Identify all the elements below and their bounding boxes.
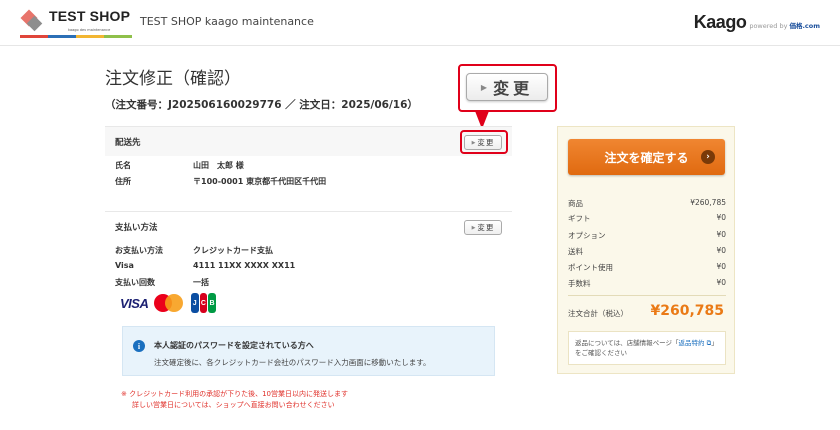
confirm-order-label: 注文を確定する: [604, 150, 689, 165]
shipping-name-label: 氏名: [115, 161, 131, 170]
summary-label: 商品: [568, 199, 583, 208]
mastercard-logo-icon: [154, 294, 184, 312]
payment-method-value: クレジットカード支払: [193, 246, 273, 255]
shipping-note-line-1: ※ クレジットカード利用の承認が下りた後、10営業日以内に発送します: [121, 390, 348, 398]
summary-label: ギフト: [568, 214, 591, 223]
order-info: （注文番号：J202506160029776 ／ 注文日：2025/06/16）: [105, 99, 418, 111]
summary-row-goods: 商品 ¥260,785: [568, 198, 726, 210]
shipping-section-header: 配送先 ▶ 変更: [105, 126, 512, 156]
return-policy-text-1: 返品については、店舗情報ページ「: [575, 339, 679, 347]
summary-label: オプション: [568, 231, 606, 240]
payment-card-label: Visa: [115, 261, 134, 270]
shop-logo-text: TEST SHOP: [49, 8, 131, 24]
summary-row-shipping: 送料 ¥0: [568, 246, 726, 258]
summary-row-points: ポイント使用 ¥0: [568, 262, 726, 274]
page-title: 注文修正（確認）: [105, 69, 241, 89]
kaago-brand: Kaago powered by 価格.com: [694, 12, 820, 32]
jcb-logo-icon: J C B: [190, 293, 216, 313]
triangle-right-icon: ▶: [480, 82, 488, 92]
shop-logo-subtext: kaago dev maintenance: [68, 28, 111, 32]
total-value: ¥260,785: [650, 303, 724, 319]
powered-by-label: powered by: [749, 22, 788, 30]
order-summary-sidebar: 注文を確定する › 商品 ¥260,785 ギフト ¥0 オプション ¥0 送料…: [557, 126, 735, 374]
summary-label: 送料: [568, 247, 583, 256]
summary-value: ¥260,785: [690, 198, 726, 207]
total-label: 注文合計（税込）: [568, 309, 628, 318]
payment-installments-value: 一括: [193, 278, 209, 287]
shop-logo[interactable]: TEST SHOP kaago dev maintenance: [20, 8, 132, 38]
summary-row-fee: 手数料 ¥0: [568, 278, 726, 290]
summary-value: ¥0: [716, 278, 726, 287]
change-button-callout: ▶ 変更: [458, 64, 557, 112]
shipping-notes: ※ クレジットカード利用の承認が下りた後、10営業日以内に発送します 詳しい営業…: [121, 389, 348, 411]
kaago-logo: Kaago: [693, 12, 747, 32]
shipping-name-value: 山田 太郎 様: [193, 161, 244, 170]
change-button-magnified-label: 変更: [493, 79, 534, 98]
visa-logo-icon: VISA: [120, 295, 149, 311]
summary-value: ¥0: [716, 246, 726, 255]
payment-installments-label: 支払い回数: [115, 278, 155, 287]
summary-value: ¥0: [716, 230, 726, 239]
summary-row-gift: ギフト ¥0: [568, 213, 726, 225]
triangle-right-icon: ▶: [471, 139, 476, 146]
payment-card-value: 4111 11XX XXXX XX11: [193, 261, 296, 270]
payment-change-button[interactable]: ▶ 変更: [464, 220, 502, 235]
shipping-change-button[interactable]: ▶ 変更: [464, 135, 502, 150]
shipping-section: 配送先 ▶ 変更 氏名 山田 太郎 様 住所 〒100-0001 東京都千代田区…: [105, 126, 512, 186]
card-brand-logos: VISA J C B: [120, 293, 216, 313]
triangle-right-icon: ▶: [471, 224, 476, 231]
auth-info-title: 本人認証のパスワードを設定されている方へ: [154, 341, 314, 350]
shipping-note-line-2: 詳しい営業日については、ショップへ直接お問い合わせください: [132, 401, 335, 409]
summary-value: ¥0: [716, 262, 726, 271]
shop-title: TEST SHOP kaago maintenance: [140, 15, 314, 28]
site-header: TEST SHOP kaago dev maintenance TEST SHO…: [0, 0, 840, 46]
summary-row-option: オプション ¥0: [568, 230, 726, 242]
summary-divider: [568, 295, 726, 296]
chevron-right-icon: ›: [701, 150, 715, 164]
summary-value: ¥0: [716, 213, 726, 222]
change-button-magnified: ▶ 変更: [466, 73, 548, 101]
shop-logo-color-bar: [20, 35, 132, 38]
payment-change-label: 変更: [477, 223, 495, 232]
confirm-order-button[interactable]: 注文を確定する ›: [568, 139, 725, 175]
auth-info-box: i 本人認証のパスワードを設定されている方へ 注文確定後に、各クレジットカード会…: [122, 326, 495, 376]
shipping-address-value: 〒100-0001 東京都千代田区千代田: [193, 177, 327, 186]
return-policy-link[interactable]: 返品特約: [679, 339, 705, 347]
shipping-section-title: 配送先: [115, 138, 141, 148]
kakaku-logo: 価格.com: [789, 22, 820, 30]
shipping-address-label: 住所: [115, 177, 131, 186]
payment-section: 支払い方法 ▶ 変更 お支払い方法 クレジットカード支払 Visa 4111 1…: [105, 211, 512, 287]
payment-section-title: 支払い方法: [115, 223, 158, 233]
shop-logo-mark-icon: [20, 9, 43, 32]
info-icon: i: [133, 340, 145, 352]
shipping-change-label: 変更: [477, 138, 495, 147]
return-policy-note: 返品については、店舗情報ページ「返品特約 ⧉」をご確認ください: [568, 331, 726, 365]
summary-label: ポイント使用: [568, 263, 613, 272]
payment-section-header: 支払い方法 ▶ 変更: [105, 211, 512, 241]
auth-info-text: 注文確定後に、各クレジットカード会社のパスワード入力画面に移動いたします。: [154, 358, 431, 367]
summary-label: 手数料: [568, 279, 591, 288]
payment-method-label: お支払い方法: [115, 246, 163, 255]
